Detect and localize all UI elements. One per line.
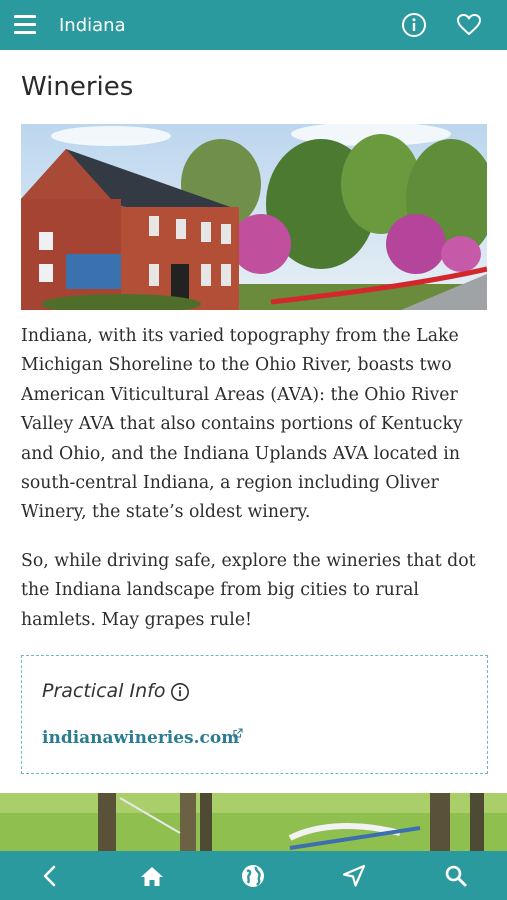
practical-info-box: Practical Info indianawineries.com bbox=[21, 655, 488, 774]
winery-photo bbox=[21, 124, 487, 310]
bottom-nav bbox=[0, 851, 507, 900]
website-link[interactable]: indianawineries.com bbox=[42, 728, 239, 748]
menu-icon[interactable] bbox=[14, 15, 36, 35]
search-icon[interactable] bbox=[442, 862, 470, 890]
app-header: Indiana bbox=[0, 0, 507, 50]
globe-icon[interactable] bbox=[239, 862, 267, 890]
info-icon[interactable] bbox=[401, 12, 427, 38]
second-paragraph: So, while driving safe, explore the wine… bbox=[21, 551, 476, 630]
intro-paragraph: Indiana, with its varied topography from… bbox=[21, 326, 463, 523]
navigate-icon[interactable] bbox=[340, 862, 368, 890]
page-title: Wineries bbox=[21, 72, 134, 102]
hammock-photo bbox=[0, 793, 507, 851]
heart-icon[interactable] bbox=[456, 12, 482, 38]
practical-info-title: Practical Info bbox=[42, 680, 166, 702]
external-link-icon bbox=[233, 728, 243, 738]
header-title: Indiana bbox=[59, 15, 126, 36]
back-icon[interactable] bbox=[37, 862, 65, 890]
home-icon[interactable] bbox=[138, 862, 166, 890]
info-circle-icon[interactable] bbox=[170, 682, 190, 702]
content-area[interactable]: Wineries Indiana, with its varied topogr… bbox=[0, 50, 507, 851]
